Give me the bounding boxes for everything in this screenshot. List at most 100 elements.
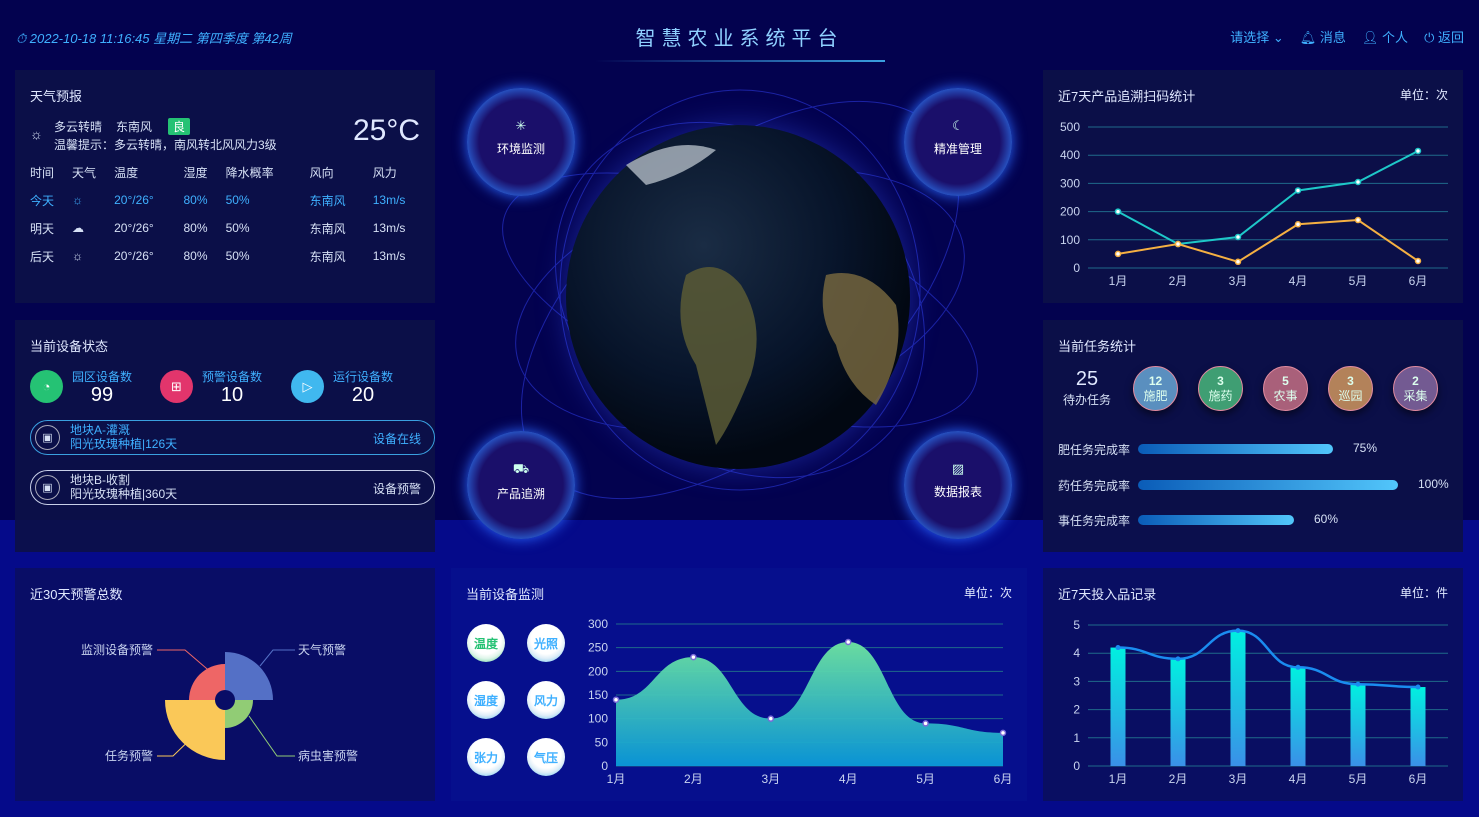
wind-dir: 东南风	[309, 221, 346, 236]
line-series-1	[1117, 219, 1419, 263]
stat-label: 园区设备数	[72, 370, 133, 384]
data-point	[1414, 147, 1422, 155]
x-tick-label: 2月	[684, 772, 703, 786]
data-point	[1235, 628, 1241, 634]
y-tick-label: 300	[588, 617, 608, 631]
day: 后天	[30, 249, 55, 264]
task-2-circle[interactable]: 5 农事	[1263, 366, 1308, 411]
col-weather: 天气	[72, 165, 97, 180]
data-point	[1414, 257, 1422, 265]
task-3-circle[interactable]: 3 巡园	[1328, 366, 1373, 411]
data-point	[1114, 250, 1122, 258]
humidity: 80%	[183, 221, 208, 235]
label-line	[248, 715, 295, 757]
data-point	[690, 653, 697, 661]
wind-force: 13m/s	[372, 221, 406, 235]
task-count: 2	[1412, 374, 1419, 388]
task-1-circle[interactable]: 3 施药	[1198, 366, 1243, 411]
task-count: 12	[1148, 374, 1163, 388]
x-tick-label: 3月	[1229, 274, 1248, 288]
rose-slice	[165, 700, 225, 760]
data-point	[612, 696, 620, 703]
panel-title: 当前任务统计	[1058, 339, 1137, 354]
y-tick-label: 200	[1060, 205, 1080, 219]
col-wind-dir: 风向	[309, 165, 334, 180]
plot-text: 地块B-收割 阳光玫瑰种植|360天	[70, 473, 177, 501]
col-humidity: 湿度	[183, 165, 208, 180]
profile-link[interactable]: 👤︎ 个人	[1362, 27, 1408, 46]
slice-label: 天气预警	[298, 642, 346, 657]
rate-label: 药任务完成率	[1058, 479, 1131, 493]
data-point	[1175, 656, 1181, 662]
data-point	[922, 720, 929, 727]
data-point	[844, 638, 852, 646]
table-row: 今天 ☼ 20°/26° 80% 50% 东南风 13m/s	[30, 186, 430, 214]
pending-tasks: 25 待办任务	[1063, 368, 1111, 408]
humidity: 80%	[183, 193, 208, 207]
bar	[1170, 658, 1186, 766]
messages-link[interactable]: 🔔︎ 消息	[1300, 27, 1346, 46]
task-4-circle[interactable]: 2 采集	[1393, 366, 1438, 411]
panel-title: 天气预报	[30, 89, 83, 104]
y-tick-label: 100	[588, 712, 608, 726]
wind-dir: 东南风	[309, 249, 346, 264]
monitor-icon: ▣	[35, 425, 60, 450]
task-0-circle[interactable]: 12 施肥	[1133, 366, 1178, 411]
plot-item-b[interactable]: ▣ 地块B-收割 阳光玫瑰种植|360天 设备预警	[30, 470, 435, 505]
bar	[1230, 630, 1246, 766]
precision-management-button[interactable]: ☾ 精准管理	[904, 88, 1012, 196]
data-point	[1294, 221, 1302, 228]
rain: 50%	[225, 249, 250, 263]
x-tick-label: 4月	[839, 772, 858, 786]
rain: 50%	[225, 193, 250, 207]
device-monitor-panel: 当前设备监测 单位：次 温度 光照 湿度 风力 张力 气压 0 50 100 150 2…	[451, 568, 1027, 801]
x-tick-label: 1月	[607, 772, 626, 786]
bar-chart: 0 1 2 3 4 5 1月 2月 3月 4月 5月 6月	[1073, 618, 1448, 786]
button-label: 环境监测	[496, 142, 545, 156]
sun-icon: ☼	[30, 126, 43, 142]
weather-wind: 东南风	[116, 120, 153, 134]
x-tick-label: 5月	[1349, 772, 1368, 786]
day: 今天	[30, 193, 55, 208]
data-point	[1114, 208, 1122, 215]
area-chart: 0 50 100 150 200 250 300 1月 2月 3月 4月 5月 6月	[588, 617, 1012, 786]
gauge-icon: ◔	[30, 370, 63, 403]
data-point	[1415, 684, 1421, 690]
task-label: 农事	[1273, 389, 1298, 403]
stat-park-devices: ◔ 园区设备数 99	[30, 368, 132, 405]
humidity: 80%	[183, 249, 208, 263]
data-point	[1355, 681, 1361, 687]
col-time: 时间	[30, 165, 55, 180]
label-line	[259, 649, 295, 667]
data-point	[1115, 645, 1121, 651]
product-trace-button[interactable]: ⛟ 产品追溯	[467, 431, 575, 539]
data-report-button[interactable]: ▨ 数据报表	[904, 431, 1012, 539]
env-monitor-button[interactable]: ✳ 环境监测	[467, 88, 575, 196]
task-label: 施肥	[1143, 389, 1168, 403]
wind-force: 13m/s	[372, 249, 406, 263]
table-row: 后天 ☼ 20°/26° 80% 50% 东南风 13m/s	[30, 242, 430, 270]
truck-icon: ⛟	[512, 461, 530, 476]
stat-warning-devices: ⊞ 预警设备数 10	[160, 368, 262, 405]
plot-status: 设备在线	[372, 432, 421, 446]
pending-label: 待办任务	[1063, 393, 1112, 407]
bar	[1410, 687, 1426, 766]
task-label: 采集	[1403, 389, 1428, 403]
panel-title: 当前设备状态	[30, 339, 109, 354]
slice-label: 病虫害预警	[298, 748, 358, 763]
y-tick-label: 250	[588, 641, 608, 655]
select-dropdown[interactable]: 请选择 ⌄	[1230, 27, 1284, 46]
y-tick-label: 0	[601, 759, 608, 773]
temp: 20°/26°	[114, 221, 154, 235]
task-label: 施药	[1208, 389, 1233, 403]
data-point	[1354, 178, 1362, 186]
plot-item-a[interactable]: ▣ 地块A-灌溉 阳光玫瑰种植|126天 设备在线	[30, 420, 435, 455]
back-link[interactable]: ⏻ 返回	[1424, 27, 1464, 46]
chart-icon: ▨	[951, 461, 965, 476]
scan-stats-panel: 近7天产品追溯扫码统计 单位：次 0 100 200 300 400 500 1月 2月 3月 4…	[1043, 70, 1463, 303]
y-tick-label: 400	[1060, 148, 1080, 162]
rate-value: 60%	[1314, 512, 1339, 526]
plot-text: 地块A-灌溉 阳光玫瑰种植|126天	[70, 423, 177, 451]
button-label: 精准管理	[933, 142, 982, 156]
continents	[626, 145, 899, 445]
